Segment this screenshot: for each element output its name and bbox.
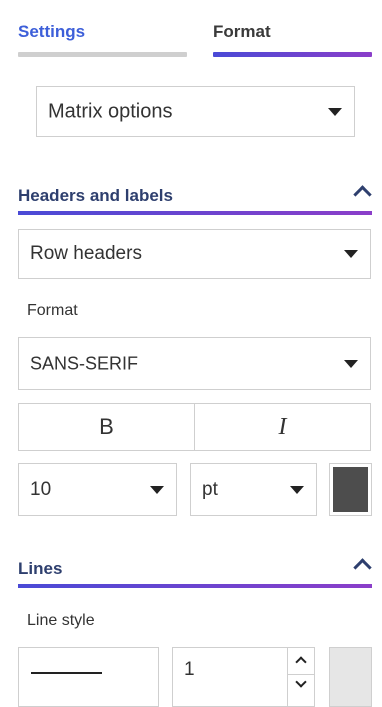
font-size-dropdown[interactable]: 10: [18, 463, 177, 516]
italic-button[interactable]: I: [195, 404, 370, 450]
line-width-stepper[interactable]: 1: [172, 647, 315, 707]
chevron-down-icon: [328, 107, 342, 116]
increment-button[interactable]: [288, 650, 314, 675]
format-label: Format: [27, 302, 78, 319]
section-underline: [18, 584, 372, 588]
line-width-value[interactable]: 1: [184, 659, 195, 681]
chevron-up-icon[interactable]: [353, 185, 372, 204]
section-title: Lines: [18, 559, 63, 578]
tab-settings-label: Settings: [18, 22, 86, 41]
chevron-up-icon: [295, 656, 307, 668]
section-underline: [18, 211, 372, 215]
chevron-up-icon[interactable]: [353, 558, 372, 577]
header-target-dropdown[interactable]: Row headers: [18, 229, 371, 279]
line-style-label: Line style: [27, 612, 95, 629]
stepper-arrows: [287, 648, 314, 706]
headers-and-labels-section-header[interactable]: Headers and labels: [18, 180, 372, 215]
font-color-picker[interactable]: [329, 463, 372, 516]
tab-settings-underline: [18, 52, 187, 57]
solid-line-icon: [31, 672, 102, 674]
chevron-down-icon: [150, 485, 164, 494]
font-style-toggle-group: B I: [18, 403, 371, 451]
bold-button[interactable]: B: [19, 404, 195, 450]
matrix-options-value: Matrix options: [48, 100, 173, 122]
matrix-options-dropdown[interactable]: Matrix options: [36, 86, 355, 137]
font-family-value: SANS-SERIF: [30, 353, 139, 373]
lines-section-header[interactable]: Lines: [18, 553, 372, 588]
font-unit-value: pt: [202, 478, 218, 500]
decrement-button[interactable]: [288, 674, 314, 698]
format-pane-tabs: Settings Format: [18, 0, 372, 60]
font-color-swatch: [333, 467, 368, 512]
chevron-down-icon: [295, 676, 307, 688]
font-family-dropdown[interactable]: SANS-SERIF: [18, 337, 371, 390]
chevron-down-icon: [344, 250, 358, 258]
chevron-down-icon: [290, 485, 304, 494]
tab-format-underline: [213, 52, 372, 57]
line-color-picker[interactable]: [329, 647, 372, 707]
tab-format-label: Format: [213, 22, 271, 41]
line-style-dropdown[interactable]: [18, 647, 159, 707]
tab-settings[interactable]: Settings: [18, 0, 187, 58]
font-unit-dropdown[interactable]: pt: [190, 463, 317, 516]
chevron-down-icon: [344, 359, 358, 368]
section-title: Headers and labels: [18, 186, 173, 205]
font-size-value: 10: [30, 478, 52, 500]
tab-format[interactable]: Format: [213, 0, 372, 58]
header-target-value: Row headers: [30, 243, 142, 264]
